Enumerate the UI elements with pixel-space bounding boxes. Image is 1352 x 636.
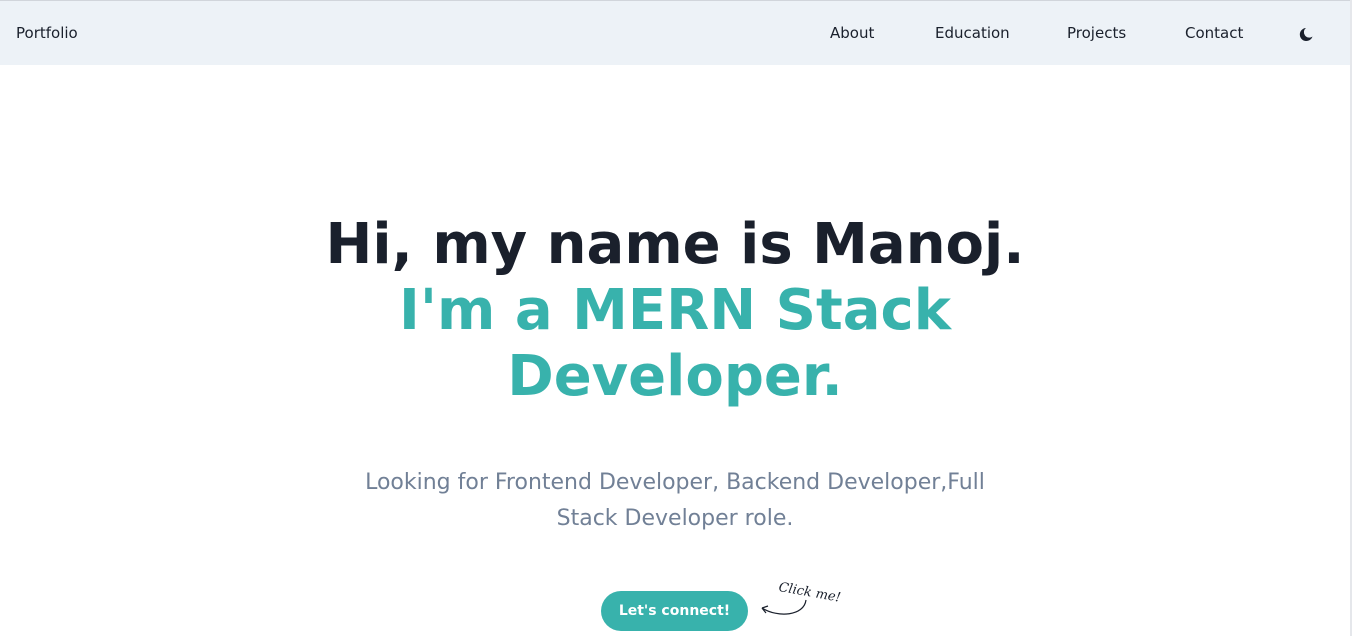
brand-logo[interactable]: Portfolio bbox=[16, 23, 78, 43]
moon-icon bbox=[1299, 28, 1313, 41]
hero-role: I'm a MERN Stack Developer. bbox=[399, 278, 951, 409]
nav-link-about[interactable]: About bbox=[830, 23, 874, 43]
hero-greeting: Hi, my name is Manoj. bbox=[325, 212, 1025, 277]
hero-heading: Hi, my name is Manoj. I'm a MERN Stack D… bbox=[0, 212, 1350, 410]
theme-toggle-button[interactable] bbox=[1297, 23, 1319, 45]
curved-arrow-icon bbox=[761, 599, 807, 615]
nav-link-contact[interactable]: Contact bbox=[1185, 23, 1243, 43]
nav-link-education[interactable]: Education bbox=[935, 23, 1010, 43]
navbar: Portfolio About Education Projects Conta… bbox=[0, 0, 1350, 65]
page: Portfolio About Education Projects Conta… bbox=[0, 0, 1352, 636]
hero-subtitle: Looking for Frontend Developer, Backend … bbox=[365, 470, 985, 531]
nav-link-projects[interactable]: Projects bbox=[1067, 23, 1126, 43]
lets-connect-button[interactable]: Let's connect! bbox=[601, 591, 748, 631]
